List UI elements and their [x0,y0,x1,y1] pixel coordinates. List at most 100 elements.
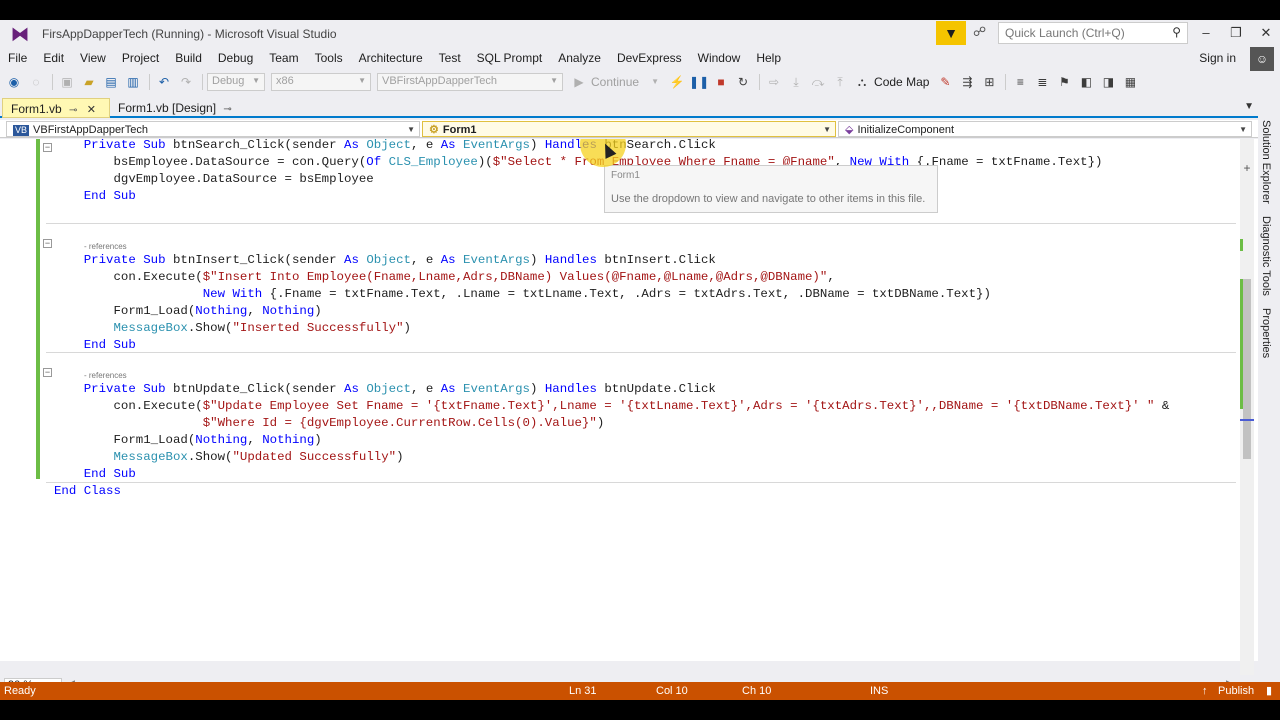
comment-icon[interactable]: ≡ [1010,72,1030,92]
pin-icon[interactable]: ⊸ [69,105,77,116]
tab-form1-vb[interactable]: Form1.vb ⊸ ✕ [2,98,110,118]
split-editor-icon[interactable]: + [1240,161,1254,175]
vs-window: ⧓ FirsAppDapperTech (Running) - Microsof… [0,20,1280,700]
properties-tab[interactable]: Properties [1260,308,1272,358]
feedback-icon[interactable]: ☍ [973,24,986,40]
menu-file[interactable]: File [0,47,35,69]
uncomment-icon[interactable]: ≣ [1032,72,1052,92]
menu-help[interactable]: Help [748,47,789,69]
method-separator [46,352,1236,353]
column-number: Col 10 [656,685,688,697]
undo-icon[interactable]: ↶ [154,72,174,92]
menu-devexpress[interactable]: DevExpress [609,47,690,69]
menu-test[interactable]: Test [431,47,469,69]
menu-team[interactable]: Team [261,47,306,69]
publish-button[interactable]: Publish [1218,682,1254,700]
code-map-button[interactable]: Code Map [874,75,929,89]
sign-in-link[interactable]: Sign in [1199,51,1236,65]
clear-bookmarks-icon[interactable]: ▦ [1120,72,1140,92]
code-line: dgvEmployee.DataSource = bsEmployee [54,172,374,186]
tab-overflow-chevron-icon[interactable]: ▼ [1244,101,1254,112]
codelens-references[interactable]: - references [84,371,127,380]
visual-studio-logo-icon: ⧓ [11,23,29,44]
exceptions-icon[interactable]: ✎ [935,72,955,92]
save-icon[interactable]: ▤ [101,72,121,92]
stop-icon[interactable]: ■ [711,72,731,92]
menu-analyze[interactable]: Analyze [550,47,609,69]
step-over-icon[interactable]: ⤼ [808,72,828,92]
tab-form1-design[interactable]: Form1.vb [Design] ⊸ [110,98,256,118]
close-button[interactable]: ✕ [1252,23,1280,43]
collapse-icon[interactable]: − [43,239,52,248]
chevron-down-icon: ▼ [358,76,366,85]
menu-bar: File Edit View Project Build Debug Team … [0,47,1280,69]
code-map-icon[interactable]: ⛬ [852,72,872,92]
menu-view[interactable]: View [72,47,114,69]
insert-mode[interactable]: INS [870,682,888,700]
startup-project-value: VBFirstAppDapperTech [382,75,497,87]
close-icon[interactable]: ✕ [87,104,96,116]
menu-sql-prompt[interactable]: SQL Prompt [469,47,551,69]
menu-edit[interactable]: Edit [35,47,72,69]
continue-button[interactable]: Continue [591,75,639,89]
codelens-references[interactable]: - references [84,242,127,251]
project-dropdown[interactable]: VB VBFirstAppDapperTech ▼ [6,121,420,137]
publish-arrow-icon[interactable]: ↑ [1202,682,1208,700]
bookmark-icon[interactable]: ⚑ [1054,72,1074,92]
menu-build[interactable]: Build [167,47,210,69]
class-icon: ⚙ [429,124,439,136]
diagnostic-tools-tab[interactable]: Diagnostic Tools [1260,216,1272,296]
toolbar-divider [52,74,53,90]
menu-debug[interactable]: Debug [210,47,261,69]
scroll-thumb[interactable] [1243,279,1251,459]
code-line: Private Sub btnInsert_Click(sender As Ob… [83,253,716,267]
restart-icon[interactable]: ↻ [733,72,753,92]
platform-value: x86 [276,75,294,87]
next-bookmark-icon[interactable]: ◨ [1098,72,1118,92]
code-line: End Sub [83,189,136,203]
step-into-icon[interactable]: ⤓ [786,72,806,92]
quick-launch-input[interactable]: Quick Launch (Ctrl+Q) ⚲ [998,22,1188,44]
method-separator [46,223,1236,224]
pause-icon[interactable]: ❚❚ [689,72,709,92]
solution-explorer-tab[interactable]: Solution Explorer [1260,120,1272,204]
stack-frame-icon[interactable]: ⊞ [979,72,999,92]
code-editor[interactable]: − − − Private Sub btnSearch_Click(sender… [0,139,1258,661]
new-project-icon[interactable]: ▣ [57,72,77,92]
menu-window[interactable]: Window [690,47,749,69]
notifications-icon[interactable]: ▮ [1266,682,1272,700]
hot-reload-icon[interactable]: ⚡ [667,72,687,92]
menu-tools[interactable]: Tools [307,47,351,69]
filter-icon[interactable]: ▼ [936,21,966,45]
solution-platform-select[interactable]: x86 ▼ [271,73,371,91]
redo-icon[interactable]: ↷ [176,72,196,92]
menu-architecture[interactable]: Architecture [351,47,431,69]
solution-configuration-select[interactable]: Debug ▼ [207,73,265,91]
account-avatar-icon[interactable]: ☺ [1250,47,1274,71]
chevron-down-icon: ▼ [823,125,831,134]
minimize-button[interactable]: – [1192,23,1220,43]
tooltip-description: Use the dropdown to view and navigate to… [611,193,926,205]
show-next-statement-icon[interactable]: ⇨ [764,72,784,92]
continue-icon[interactable]: ▶ [569,72,589,92]
collapse-icon[interactable]: − [43,368,52,377]
step-out-icon[interactable]: ⤒ [830,72,850,92]
open-file-icon[interactable]: ▰ [79,72,99,92]
threads-icon[interactable]: ⇶ [957,72,977,92]
startup-project-select[interactable]: VBFirstAppDapperTech ▼ [377,73,563,91]
search-icon[interactable]: ⚲ [1172,25,1181,39]
collapse-icon[interactable]: − [43,143,52,152]
class-dropdown[interactable]: ⚙ Form1 ▼ [422,121,836,137]
chevron-down-icon[interactable]: ▼ [645,72,665,92]
restore-button[interactable]: ❐ [1222,23,1250,43]
pin-icon[interactable]: ⊸ [223,104,231,115]
forward-icon[interactable]: ◌ [26,72,46,92]
member-dropdown[interactable]: ⬙ InitializeComponent ▼ [838,121,1252,137]
back-icon[interactable]: ◉ [4,72,24,92]
menu-project[interactable]: Project [114,47,167,69]
vb-project-icon: VB [13,125,30,136]
vertical-scrollbar[interactable] [1240,139,1254,675]
prev-bookmark-icon[interactable]: ◧ [1076,72,1096,92]
save-all-icon[interactable]: ▥ [123,72,143,92]
right-dock-panel: Solution Explorer Diagnostic Tools Prope… [1258,118,1280,678]
